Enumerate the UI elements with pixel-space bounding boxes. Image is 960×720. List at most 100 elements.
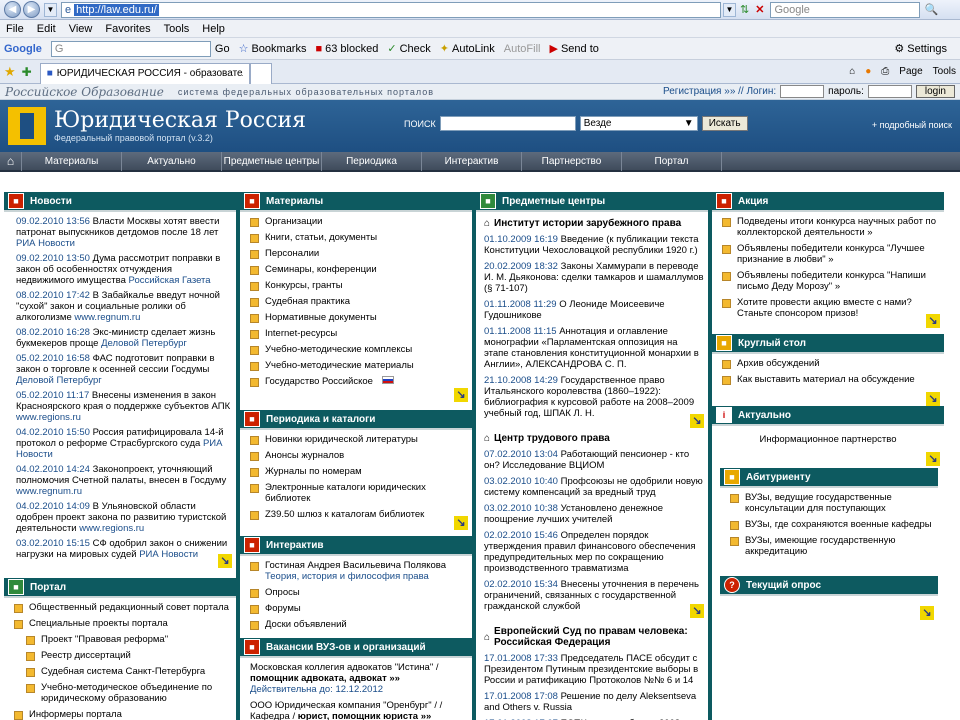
list-item[interactable]: Специальные проекты портала bbox=[14, 618, 232, 629]
add-favorite-icon[interactable]: ✚ bbox=[22, 65, 32, 79]
list-item[interactable]: Учебно-методические комплексы bbox=[250, 344, 468, 355]
center-item[interactable]: 07.02.2010 13:04 Работающий пенсионер - … bbox=[484, 449, 704, 471]
center-item[interactable]: 02.02.2010 15:46 Определен порядок утвер… bbox=[484, 530, 704, 574]
centers-more-arrow-icon[interactable]: ↘ bbox=[690, 414, 704, 428]
roundtable-more-arrow-icon[interactable]: ↘ bbox=[926, 392, 940, 406]
list-item[interactable]: Объявлены победители конкурса "Напиши пи… bbox=[722, 270, 940, 292]
promo-more-arrow-icon[interactable]: ↘ bbox=[926, 314, 940, 328]
site-logo-icon[interactable] bbox=[8, 107, 46, 145]
site-title[interactable]: Юридическая Россия bbox=[54, 109, 306, 133]
periodicals-more-arrow-icon[interactable]: ↘ bbox=[454, 516, 468, 530]
nav-centers[interactable]: Предметные центры bbox=[222, 151, 322, 171]
list-item[interactable]: Организации bbox=[250, 216, 468, 227]
list-item[interactable]: Судебная система Санкт-Петербурга bbox=[26, 666, 232, 677]
list-item[interactable]: Z39.50 шлюз к каталогам библиотек bbox=[250, 509, 468, 520]
center-item[interactable]: 01.11.2008 11:29 О Леониде Моисеевиче Гу… bbox=[484, 299, 704, 321]
feeds-icon[interactable]: ● bbox=[865, 66, 871, 77]
list-item[interactable]: Судебная практика bbox=[250, 296, 468, 307]
list-item[interactable]: Информеры портала bbox=[14, 709, 232, 720]
list-item[interactable]: Подведены итоги конкурса научных работ п… bbox=[722, 216, 940, 238]
list-item[interactable]: Как выставить материал на обсуждение bbox=[722, 374, 940, 385]
popup-blocker-button[interactable]: ■ 63 blocked bbox=[315, 43, 378, 55]
favorites-star-icon[interactable]: ★ bbox=[4, 64, 16, 80]
portal-logo[interactable]: Российское Образование bbox=[5, 85, 164, 99]
actual-text[interactable]: Информационное партнерство bbox=[712, 426, 944, 445]
list-item[interactable]: Электронные каталоги юридических библиот… bbox=[250, 482, 468, 504]
list-item[interactable]: Общественный редакционный совет портала bbox=[14, 602, 232, 613]
address-dropdown-icon[interactable]: ▼ bbox=[723, 2, 736, 17]
stop-icon[interactable]: ✕ bbox=[755, 3, 764, 16]
labor-more-arrow-icon[interactable]: ↘ bbox=[690, 604, 704, 618]
list-item[interactable]: Персоналии bbox=[250, 248, 468, 259]
password-input[interactable] bbox=[867, 85, 912, 98]
google-search-input[interactable]: G bbox=[50, 40, 211, 57]
list-item[interactable]: ВУЗы, имеющие государственную аккредитац… bbox=[730, 535, 934, 557]
autofill-button[interactable]: AutoFill bbox=[504, 43, 541, 55]
register-link[interactable]: Регистрация »» // Логин: bbox=[663, 86, 776, 97]
list-item[interactable]: Хотите провести акцию вместе с нами? Ста… bbox=[722, 297, 940, 319]
history-dropdown-icon[interactable]: ▼ bbox=[44, 2, 57, 17]
news-item[interactable]: 04.02.2010 14:09 В Ульяновской области о… bbox=[16, 501, 232, 534]
sendto-button[interactable]: ▶ Send to bbox=[549, 42, 598, 56]
page-menu[interactable]: Page bbox=[899, 66, 922, 77]
new-tab-button[interactable] bbox=[249, 62, 272, 84]
menu-favorites[interactable]: Favorites bbox=[105, 23, 150, 35]
list-item[interactable]: Объявлены победители конкурса "Лучшее пр… bbox=[722, 243, 940, 265]
nav-periodicals[interactable]: Периодика bbox=[322, 151, 422, 171]
news-item[interactable]: 05.02.2010 11:17 Внесены изменения в зак… bbox=[16, 390, 232, 423]
list-item[interactable]: Учебно-методическое объединение по юриди… bbox=[26, 682, 232, 704]
list-item[interactable]: Книги, статьи, документы bbox=[250, 232, 468, 243]
tab-active[interactable]: ■ЮРИДИЧЕСКАЯ РОССИЯ - образовательный пр… bbox=[39, 62, 250, 84]
list-item[interactable]: Проект "Правовая реформа" bbox=[26, 634, 232, 645]
list-item[interactable]: ВУЗы, где сохраняются военные кафедры bbox=[730, 519, 934, 530]
search-scope-select[interactable]: Везде ▼ bbox=[579, 116, 698, 131]
search-icon[interactable]: 🔍 bbox=[924, 3, 938, 16]
nav-home-icon[interactable]: ⌂ bbox=[0, 151, 22, 171]
menu-tools[interactable]: Tools bbox=[164, 23, 190, 35]
news-item[interactable]: 08.02.2010 17:42 В Забайкалье введут ноч… bbox=[16, 290, 232, 323]
login-button[interactable]: login bbox=[915, 85, 955, 98]
nav-portal[interactable]: Портал bbox=[622, 151, 722, 171]
news-item[interactable]: 05.02.2010 16:58 ФАС подготовит поправки… bbox=[16, 353, 232, 386]
list-item[interactable]: Форумы bbox=[250, 603, 468, 614]
go-button[interactable]: Go bbox=[215, 43, 230, 55]
login-input[interactable] bbox=[780, 85, 825, 98]
list-item[interactable]: Анонсы журналов bbox=[250, 450, 468, 461]
nav-partnership[interactable]: Партнерство bbox=[522, 151, 622, 171]
nav-materials[interactable]: Материалы bbox=[22, 151, 122, 171]
center-item[interactable]: 17.01.2008 17:08 Решение по делу Aleksen… bbox=[484, 691, 704, 713]
list-item[interactable]: Нормативные документы bbox=[250, 312, 468, 323]
news-more-arrow-icon[interactable]: ↘ bbox=[218, 554, 232, 568]
menu-edit[interactable]: Edit bbox=[37, 23, 56, 35]
center-item[interactable]: 02.02.2010 15:34 Внесены уточнения в пер… bbox=[484, 579, 704, 612]
news-item[interactable]: 09.02.2010 13:50 Дума рассмотрит поправк… bbox=[16, 253, 232, 286]
list-item[interactable]: Новинки юридической литературы bbox=[250, 434, 468, 445]
list-item[interactable]: Реестр диссертаций bbox=[26, 650, 232, 661]
list-item[interactable]: Архив обсуждений bbox=[722, 358, 940, 369]
vacancy-item[interactable]: Московская коллегия адвокатов "Истина" /… bbox=[250, 662, 468, 695]
center-section-title[interactable]: Центр трудового права bbox=[484, 433, 708, 444]
menu-view[interactable]: View bbox=[69, 23, 93, 35]
center-item[interactable]: 01.10.2009 16:19 Введение (к публикации … bbox=[484, 234, 704, 256]
site-search-input[interactable] bbox=[439, 116, 576, 131]
print-icon[interactable]: ⎙ bbox=[881, 66, 889, 77]
news-item[interactable]: 09.02.2010 13:56 Власти Москвы хотят вве… bbox=[16, 216, 232, 249]
spellcheck-button[interactable]: ✓ Check bbox=[387, 42, 430, 56]
settings-button[interactable]: ⚙ Settings bbox=[894, 42, 947, 56]
list-item[interactable]: Internet-ресурсы bbox=[250, 328, 468, 339]
nav-actual[interactable]: Актуально bbox=[122, 151, 222, 171]
news-item[interactable]: 04.02.2010 15:50 Россия ратифицировала 1… bbox=[16, 427, 232, 460]
menu-help[interactable]: Help bbox=[202, 23, 225, 35]
list-item[interactable]: Опросы bbox=[250, 587, 468, 598]
list-item[interactable]: Семинары, конференции bbox=[250, 264, 468, 275]
list-item[interactable]: Государство Российское bbox=[250, 376, 468, 387]
center-item[interactable]: 03.02.2010 10:40 Профсоюзы не одобрили н… bbox=[484, 476, 704, 498]
vacancy-item[interactable]: ООО Юридическая компания "Оренбург" / / … bbox=[250, 700, 468, 720]
autolink-button[interactable]: ✦ AutoLink bbox=[440, 42, 495, 56]
actual-more-arrow-icon[interactable]: ↘ bbox=[926, 452, 940, 466]
center-section-title[interactable]: Институт истории зарубежного права bbox=[484, 218, 708, 229]
address-input[interactable]: e http://law.edu.ru/ bbox=[61, 1, 721, 18]
refresh-icon[interactable]: ⇅ bbox=[740, 3, 749, 16]
center-item[interactable]: 20.02.2009 18:32 Законы Хаммурапи в пере… bbox=[484, 261, 704, 294]
list-item[interactable]: Учебно-методические материалы bbox=[250, 360, 468, 371]
